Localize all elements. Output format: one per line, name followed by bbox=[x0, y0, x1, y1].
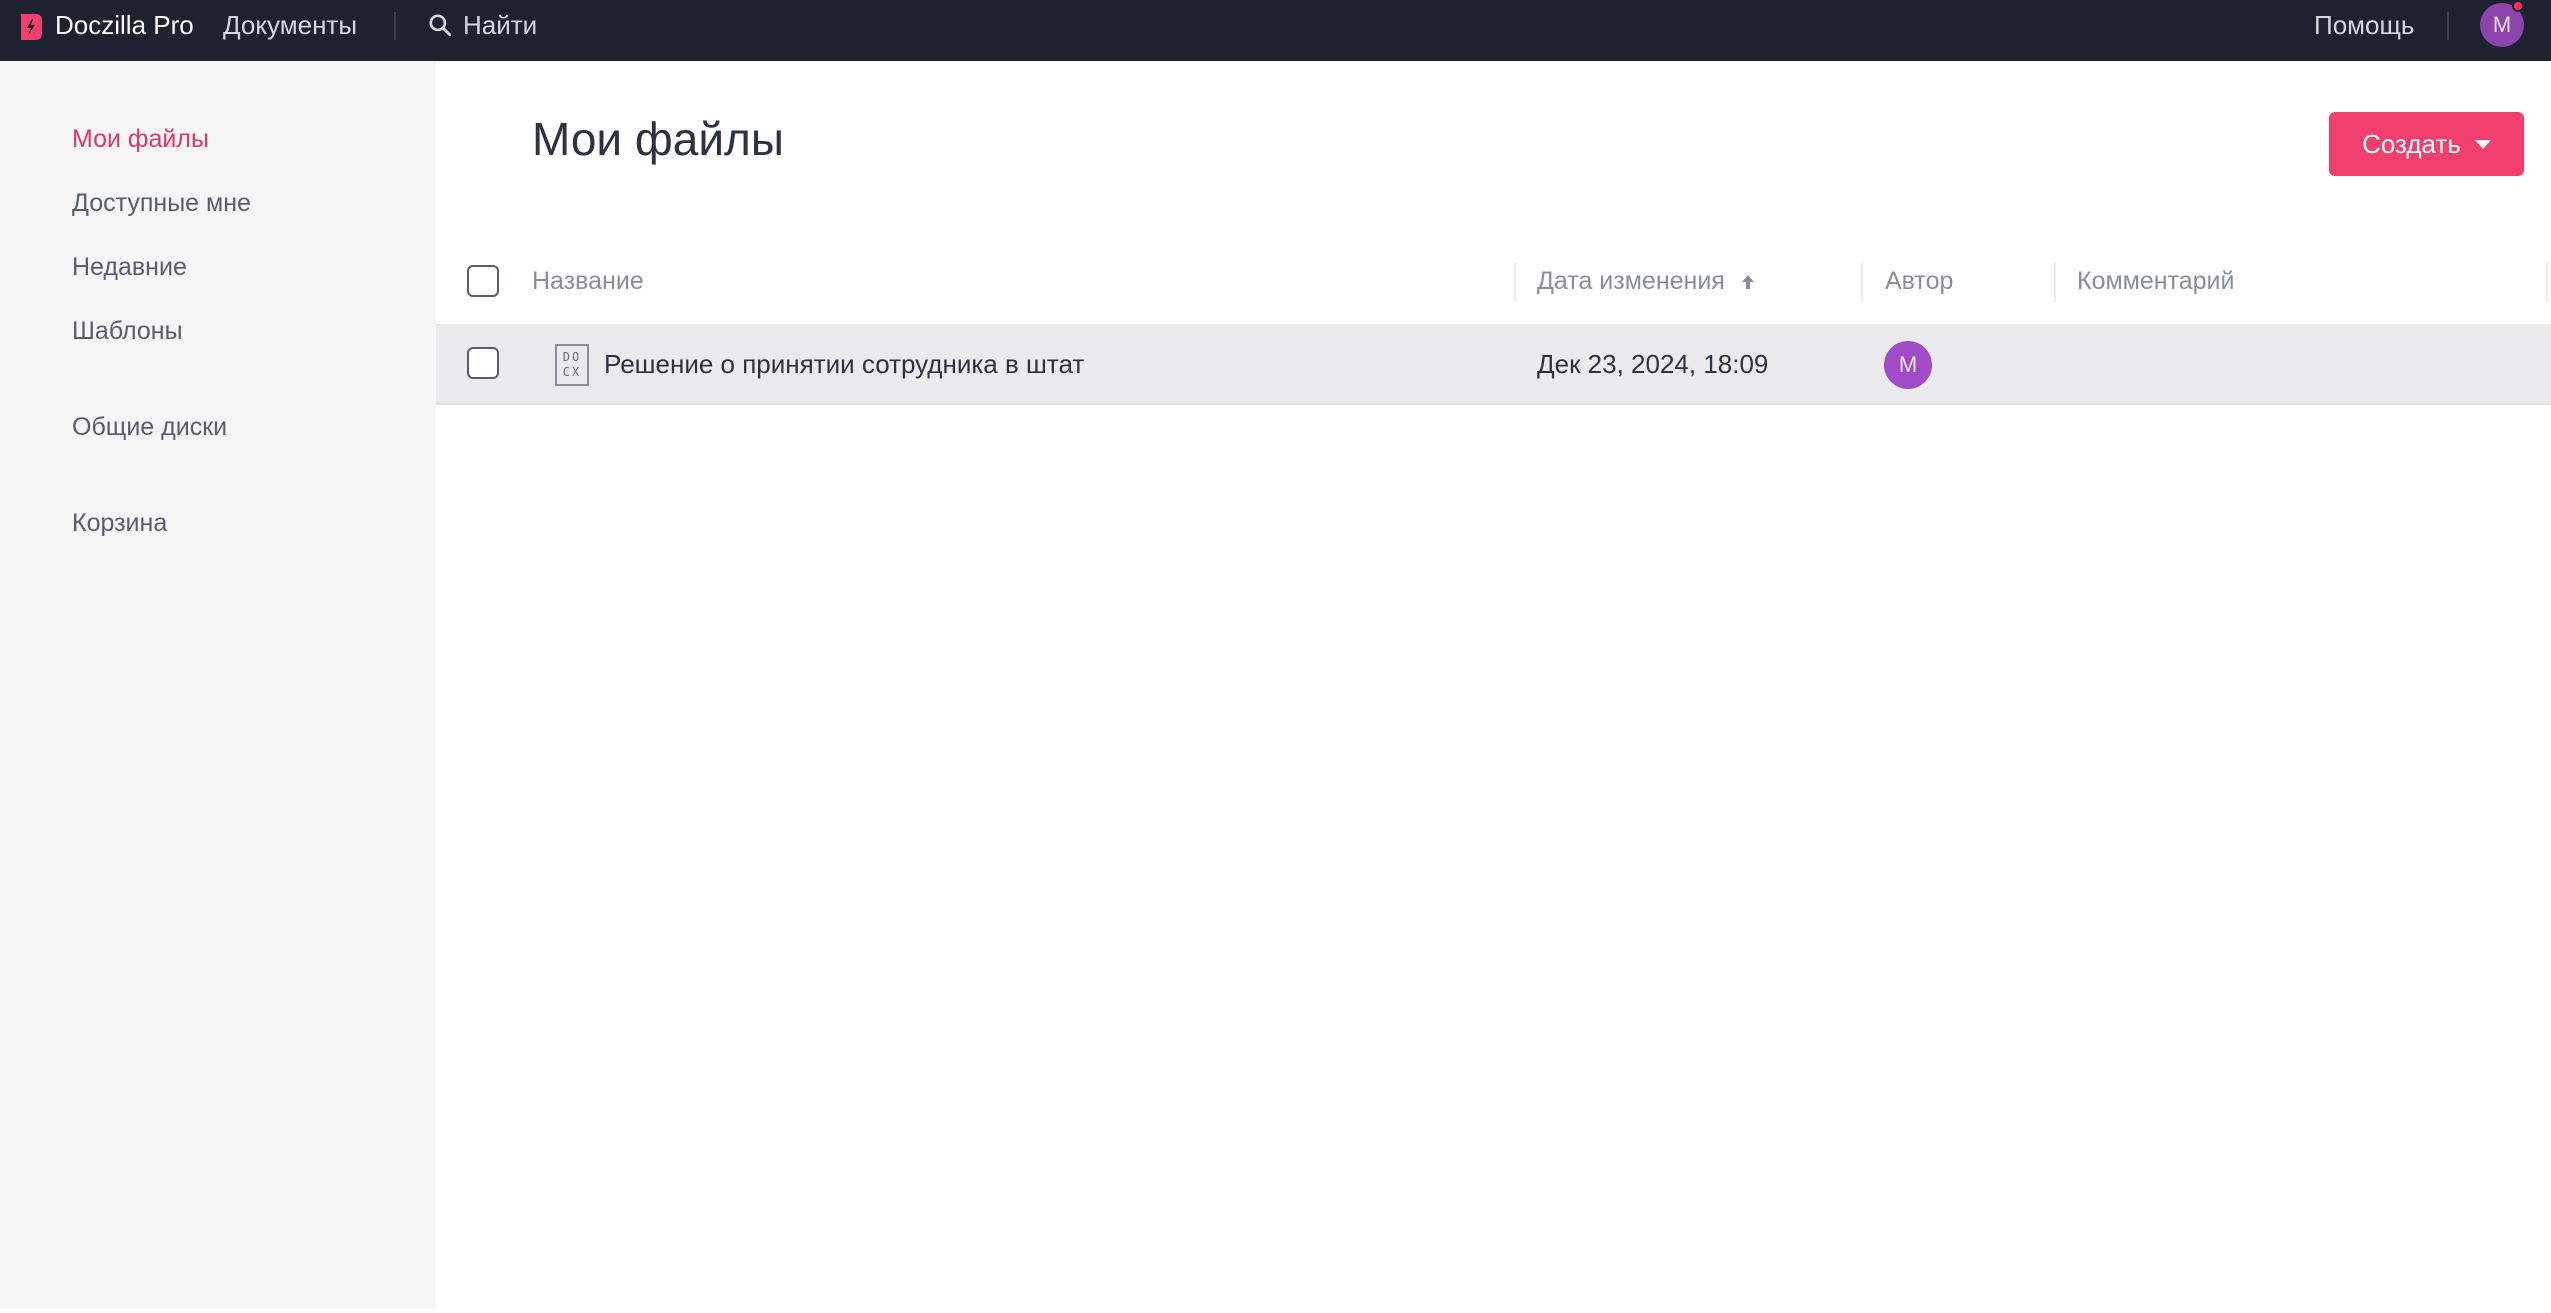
column-divider[interactable] bbox=[1514, 262, 1516, 302]
column-header-modified[interactable]: Дата изменения bbox=[1537, 248, 1756, 314]
sort-ascending-icon bbox=[1741, 275, 1754, 290]
nav-documents[interactable]: Документы bbox=[223, 0, 357, 50]
help-link[interactable]: Помощь bbox=[2314, 0, 2414, 50]
search-icon bbox=[429, 14, 452, 37]
page-title: Мои файлы bbox=[532, 113, 784, 165]
top-bar: Doczilla Pro Документы Найти Помощь M bbox=[0, 0, 2551, 61]
file-modified-date: Дек 23, 2024, 18:09 bbox=[1537, 349, 1769, 379]
caret-down-icon bbox=[2474, 139, 2491, 149]
sidebar-item-recent[interactable]: Недавние bbox=[72, 253, 187, 282]
file-type-line: CX bbox=[562, 365, 582, 379]
sidebar-item-templates[interactable]: Шаблоны bbox=[72, 317, 183, 346]
table-header: Название Дата изменения Автор Комментари… bbox=[436, 248, 2551, 314]
column-divider[interactable] bbox=[1861, 262, 1863, 302]
column-header-name[interactable]: Название bbox=[532, 248, 644, 314]
author-initial: M bbox=[1898, 352, 1918, 377]
brand-name[interactable]: Doczilla Pro bbox=[55, 0, 194, 50]
docx-file-icon: DO CX bbox=[555, 344, 589, 386]
column-header-author[interactable]: Автор bbox=[1885, 248, 1953, 314]
search-label: Найти bbox=[463, 9, 538, 40]
create-button[interactable]: Создать bbox=[2329, 112, 2524, 176]
column-divider[interactable] bbox=[2054, 262, 2056, 302]
create-label: Создать bbox=[2362, 128, 2461, 159]
author-avatar[interactable]: M bbox=[1884, 341, 1932, 389]
doczilla-logo-icon[interactable] bbox=[18, 12, 44, 42]
notification-dot bbox=[2512, 0, 2524, 12]
select-all-checkbox[interactable] bbox=[467, 265, 499, 297]
sidebar-item-trash[interactable]: Корзина bbox=[72, 509, 167, 538]
file-name[interactable]: Решение о принятии сотрудника в штат bbox=[604, 349, 1084, 380]
sidebar: Мои файлы Доступные мне Недавние Шаблоны… bbox=[0, 61, 436, 1309]
topbar-divider bbox=[2447, 12, 2449, 40]
column-header-comment[interactable]: Комментарий bbox=[2077, 248, 2234, 314]
topbar-divider bbox=[394, 12, 396, 40]
column-header-modified-label: Дата изменения bbox=[1537, 267, 1725, 295]
column-divider[interactable] bbox=[2546, 262, 2548, 302]
search-button[interactable]: Найти bbox=[427, 0, 537, 50]
file-type-line: DO bbox=[562, 350, 582, 364]
row-checkbox[interactable] bbox=[467, 347, 499, 379]
user-initial: M bbox=[2492, 12, 2512, 37]
sidebar-item-shared-with-me[interactable]: Доступные мне bbox=[72, 189, 251, 218]
sidebar-item-shared-drives[interactable]: Общие диски bbox=[72, 413, 227, 442]
sidebar-item-my-files[interactable]: Мои файлы bbox=[72, 125, 209, 154]
